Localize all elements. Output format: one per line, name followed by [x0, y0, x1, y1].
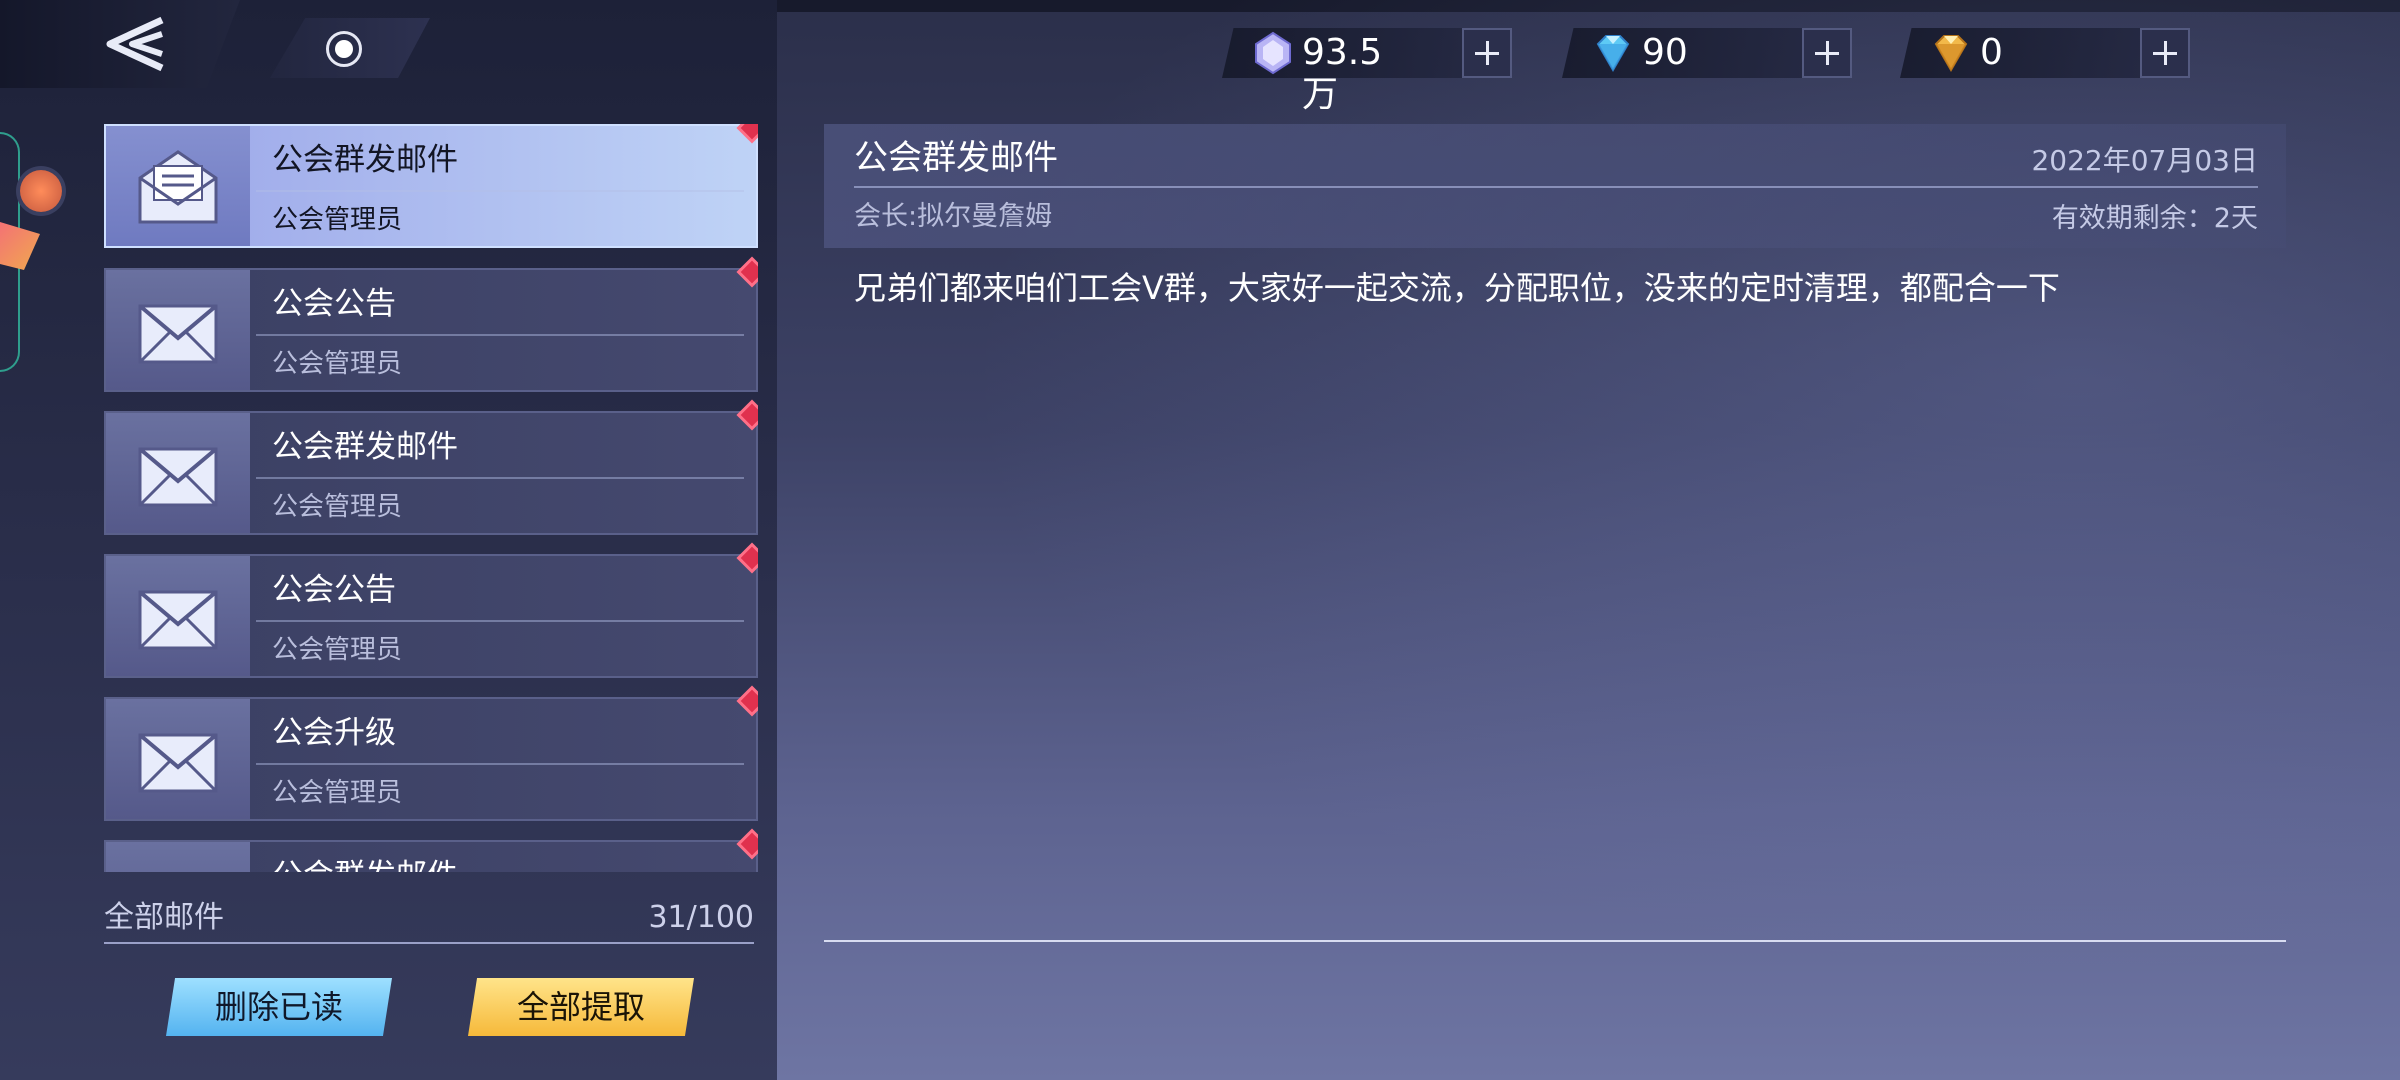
unread-badge	[740, 546, 758, 570]
back-button[interactable]	[0, 0, 240, 88]
unread-badge	[740, 403, 758, 427]
mail-list[interactable]: 公会群发邮件 公会管理员 公会公告 公会管理员 公会群发邮件 公会管理员 公会公…	[104, 124, 758, 872]
mail-sender: 公会管理员	[272, 349, 403, 379]
envelope-icon	[138, 304, 218, 364]
mail-title: 公会群发邮件	[272, 142, 458, 178]
envelope-icon	[136, 864, 220, 872]
mail-title: 公会升级	[272, 715, 396, 751]
mail-detail-body: 兄弟们都来咱们工会V群，大家好一起交流，分配职位，没来的定时清理，都配合一下	[854, 269, 2060, 307]
blue-diamond-icon	[1596, 35, 1630, 73]
mail-item[interactable]: 公会升级 公会管理员	[104, 689, 758, 821]
mail-sender: 公会管理员	[272, 778, 403, 808]
mail-detail-sender: 会长:拟尔曼詹姆	[854, 201, 1053, 232]
mail-icon-box	[106, 270, 250, 390]
mail-icon-box	[106, 126, 250, 246]
add-silver-gem-button[interactable]	[1462, 28, 1512, 78]
mail-sender: 公会管理员	[272, 205, 403, 235]
mail-sender: 公会管理员	[272, 635, 403, 665]
mail-count: 31/100	[648, 900, 754, 935]
unread-badge	[740, 689, 758, 713]
currency-amount: 90	[1642, 32, 1688, 73]
envelope-icon	[138, 590, 218, 650]
mail-detail-bottom-divider	[824, 940, 2286, 942]
envelope-icon	[138, 733, 218, 793]
envelope-icon	[138, 447, 218, 507]
mail-detail-date: 2022年07月03日	[2031, 144, 2258, 177]
unread-badge	[740, 124, 758, 140]
mail-item[interactable]: 公会群发邮件	[104, 832, 758, 872]
add-blue-diamond-button[interactable]	[1802, 28, 1852, 78]
mail-item[interactable]: 公会群发邮件 公会管理员	[104, 403, 758, 535]
mail-divider	[256, 477, 744, 479]
mail-title: 公会公告	[272, 286, 396, 322]
double-chevron-left-icon	[106, 16, 164, 72]
mail-count-divider	[104, 942, 754, 944]
silver-gem-icon	[1255, 31, 1291, 75]
mail-item[interactable]: 公会公告 公会管理员	[104, 546, 758, 678]
currency-amount: 93.5万	[1302, 32, 1383, 115]
record-dot	[335, 40, 353, 58]
mail-title: 公会群发邮件	[272, 429, 458, 465]
unread-badge	[740, 832, 758, 856]
gold-diamond-icon	[1934, 35, 1968, 73]
mail-detail-header: 公会群发邮件 2022年07月03日 会长:拟尔曼詹姆 有效期剩余：2天	[824, 124, 2286, 248]
mail-divider	[256, 620, 744, 622]
mail-divider	[256, 334, 744, 336]
delete-read-button[interactable]: 删除已读	[166, 978, 392, 1036]
unread-badge	[740, 260, 758, 284]
mail-icon-box	[106, 556, 250, 676]
mail-detail-expiry: 有效期剩余：2天	[2051, 203, 2258, 234]
claim-all-button[interactable]: 全部提取	[468, 978, 694, 1036]
mail-detail-title: 公会群发邮件	[854, 138, 1058, 178]
mail-item[interactable]: 公会群发邮件 公会管理员	[104, 124, 758, 248]
side-orb-icon[interactable]	[20, 170, 62, 212]
mail-title: 公会群发邮件	[272, 856, 458, 872]
mail-title: 公会公告	[272, 572, 396, 608]
add-gold-diamond-button[interactable]	[2140, 28, 2190, 78]
currency-amount: 0	[1980, 32, 2003, 73]
mail-icon-box	[106, 413, 250, 533]
mail-sender: 公会管理员	[272, 492, 403, 522]
mail-divider	[256, 190, 744, 192]
mail-icon-box	[106, 699, 250, 819]
all-mail-label: 全部邮件	[104, 900, 224, 935]
mail-item[interactable]: 公会公告 公会管理员	[104, 260, 758, 392]
open-envelope-icon	[138, 150, 218, 224]
mail-detail-divider	[854, 186, 2258, 188]
mail-divider	[256, 763, 744, 765]
mail-icon-box	[106, 842, 250, 872]
